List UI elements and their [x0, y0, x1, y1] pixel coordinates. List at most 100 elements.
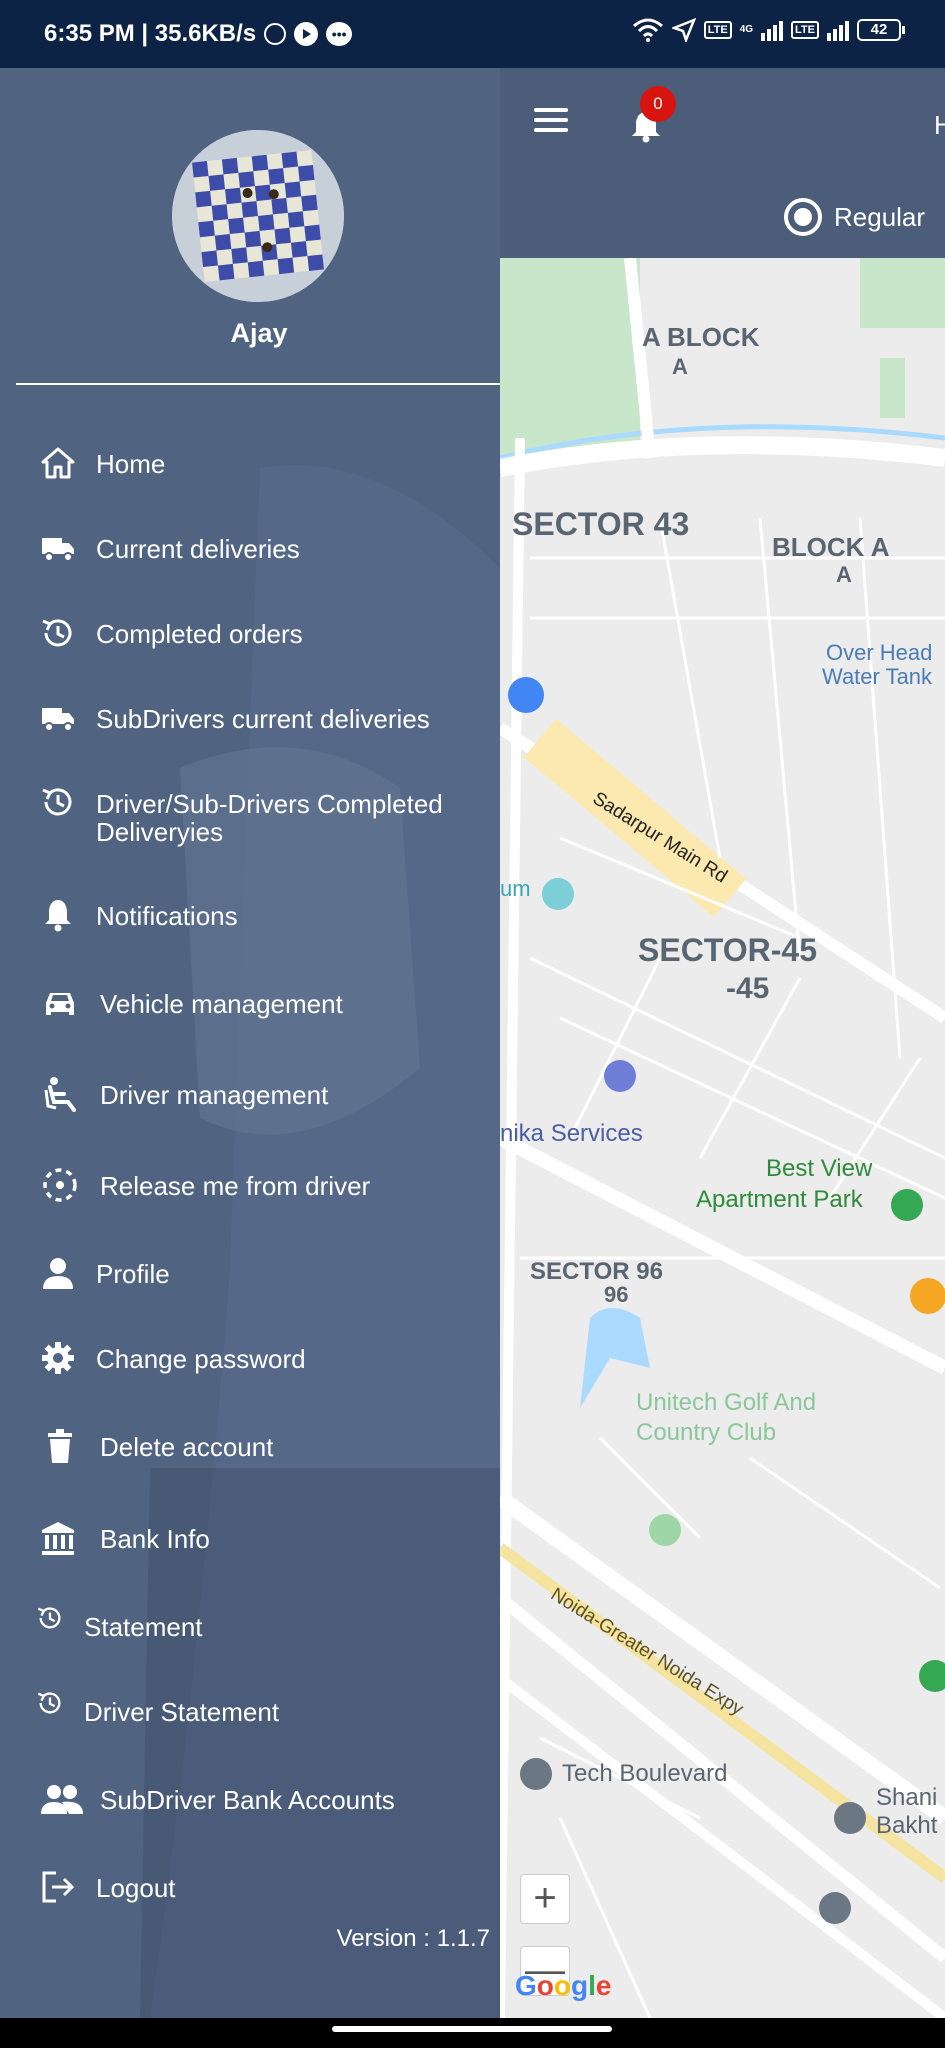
history-icon	[42, 619, 72, 647]
map-poi-tech-boulevard: Tech Boulevard	[562, 1760, 728, 1787]
menu-item-notifications[interactable]: Notifications	[0, 891, 500, 941]
zoom-in-button[interactable]: +	[520, 1874, 570, 1924]
lte-badge: LTE	[703, 21, 732, 39]
system-navigation-bar	[0, 2018, 945, 2048]
map-poi-overhead-2: Water Tank	[822, 664, 933, 689]
car-icon	[46, 993, 74, 1015]
menu-item-change-password[interactable]: Change password	[0, 1334, 500, 1384]
menu-label-home: Home	[96, 449, 166, 479]
dashed-circle-icon	[43, 1168, 77, 1202]
map-label-block-a: BLOCK A	[772, 532, 890, 562]
notification-count-badge: 0	[640, 86, 676, 122]
menu-label-profile: Profile	[96, 1259, 170, 1289]
map-poi-overhead-1: Over Head	[826, 640, 933, 665]
menu-label-subdrivers-current-deliveries: SubDrivers current deliveries	[96, 704, 430, 734]
menu-item-bank-info[interactable]: Bank Info	[0, 1514, 500, 1564]
status-right: LTE 4G LTE 42	[632, 18, 905, 42]
header-title-fragment: H	[934, 110, 945, 140]
menu-label-notifications: Notifications	[96, 901, 238, 931]
status-left: 6:35 PM | 35.6KB/s •••	[44, 20, 353, 48]
map-view[interactable]: A BLOCK A SECTOR 43 BLOCK A A Over Head …	[500, 258, 945, 2018]
signal-icon-2	[827, 19, 849, 41]
map-poi-golf-1: Unitech Golf And	[636, 1389, 817, 1416]
menu-label-driver-subdrivers-completed: Driver/Sub-Drivers Completed Deliveryies	[96, 789, 443, 847]
bank-icon	[42, 1522, 74, 1555]
menu-item-subdrivers-current-deliveries[interactable]: SubDrivers current deliveries	[0, 694, 500, 744]
seat-icon	[44, 1077, 76, 1112]
menu-label-change-password: Change password	[96, 1344, 306, 1374]
menu-item-subdriver-bank-accounts[interactable]: SubDriver Bank Accounts	[0, 1775, 500, 1825]
lte-badge-2: LTE	[791, 21, 819, 39]
map-poi-nika: nika Services	[500, 1120, 643, 1147]
history-icon	[42, 788, 72, 816]
truck-icon	[42, 538, 74, 562]
menu-label-delete-account: Delete account	[100, 1432, 274, 1462]
menu-label-driver-statement: Driver Statement	[84, 1697, 280, 1727]
trash-icon	[48, 1429, 72, 1463]
menu-item-logout[interactable]: Logout	[0, 1863, 500, 1913]
status-bar: 6:35 PM | 35.6KB/s ••• LTE 4G LTE 42	[0, 0, 945, 68]
map-label-a-block: A BLOCK	[642, 322, 760, 352]
history-icon	[37, 1692, 61, 1714]
map-label-block-a-sub: A	[836, 562, 852, 587]
google-logo: Google	[515, 1970, 612, 2001]
menu-item-driver-statement[interactable]: Driver Statement	[0, 1687, 500, 1737]
menu-label-driver-management: Driver management	[100, 1080, 329, 1110]
bell-icon	[45, 900, 71, 932]
menu-icon[interactable]	[534, 108, 568, 136]
menu-label-bank-info: Bank Info	[100, 1524, 210, 1554]
network-4g: 4G	[739, 24, 754, 35]
battery-icon: 42	[857, 19, 905, 41]
home-gesture-handle[interactable]	[332, 2026, 612, 2032]
map-label-sector-96-sub: 96	[604, 1282, 629, 1307]
map-label-sector-96: SECTOR 96	[530, 1258, 663, 1285]
menu-item-vehicle-management[interactable]: Vehicle management	[0, 979, 500, 1029]
wifi-icon	[632, 18, 663, 42]
regular-radio[interactable]	[784, 198, 822, 236]
map-poi-um: um	[500, 876, 531, 901]
menu-item-statement[interactable]: Statement	[0, 1602, 500, 1652]
map-label-sector-45: SECTOR-45	[638, 932, 818, 968]
status-time: 6:35 PM | 35.6KB/s	[44, 20, 257, 47]
menu-item-home[interactable]: Home	[0, 439, 500, 489]
avatar[interactable]	[172, 130, 344, 302]
map-poi-shani-2: Bakht	[876, 1812, 938, 1839]
menu-item-completed-orders[interactable]: Completed orders	[0, 609, 500, 659]
network-type: 4G	[740, 25, 753, 35]
menu-item-driver-subdrivers-completed[interactable]: Driver/Sub-Drivers Completed Deliveryies	[0, 778, 500, 858]
menu-label-subdriver-bank-accounts: SubDriver Bank Accounts	[100, 1785, 395, 1815]
person-icon	[43, 1258, 73, 1289]
logout-icon	[42, 1871, 75, 1903]
alarm-icon	[264, 23, 287, 45]
play-icon	[294, 22, 319, 46]
people-icon	[41, 1785, 83, 1814]
map-poi-shani-1: Shani	[876, 1784, 938, 1811]
location-arrow-icon	[671, 18, 696, 42]
map-label-a: A	[672, 354, 688, 379]
menu-item-release-me[interactable]: Release me from driver	[0, 1161, 500, 1211]
history-icon	[37, 1607, 61, 1629]
menu-label-current-deliveries: Current deliveries	[96, 534, 300, 564]
menu-item-current-deliveries[interactable]: Current deliveries	[0, 524, 500, 574]
home-icon	[41, 447, 75, 479]
drawer-divider	[16, 383, 500, 385]
map-label-sector-45-sub: -45	[726, 972, 770, 1005]
message-icon: •••	[326, 22, 353, 46]
version-label: Version : 1.1.7	[336, 1925, 490, 1952]
menu-label-statement: Statement	[84, 1612, 203, 1642]
menu-label-vehicle-management: Vehicle management	[100, 989, 343, 1019]
navigation-drawer: Ajay Home Current deliveries Completed o…	[0, 68, 500, 2018]
truck-icon	[42, 708, 74, 732]
menu-item-profile[interactable]: Profile	[0, 1249, 500, 1299]
regular-label: Regular	[834, 202, 926, 232]
menu-label-logout: Logout	[96, 1873, 176, 1903]
user-name: Ajay	[230, 318, 288, 348]
gear-icon	[42, 1342, 74, 1374]
chessboard-avatar-image	[172, 130, 344, 302]
menu-label-release-me: Release me from driver	[100, 1171, 371, 1201]
map-poi-best-view-2: Apartment Park	[696, 1186, 863, 1213]
menu-item-driver-management[interactable]: Driver management	[0, 1070, 500, 1120]
map-poi-golf-2: Country Club	[636, 1419, 777, 1446]
menu-item-delete-account[interactable]: Delete account	[0, 1422, 500, 1472]
map-poi-best-view-1: Best View	[766, 1155, 873, 1182]
